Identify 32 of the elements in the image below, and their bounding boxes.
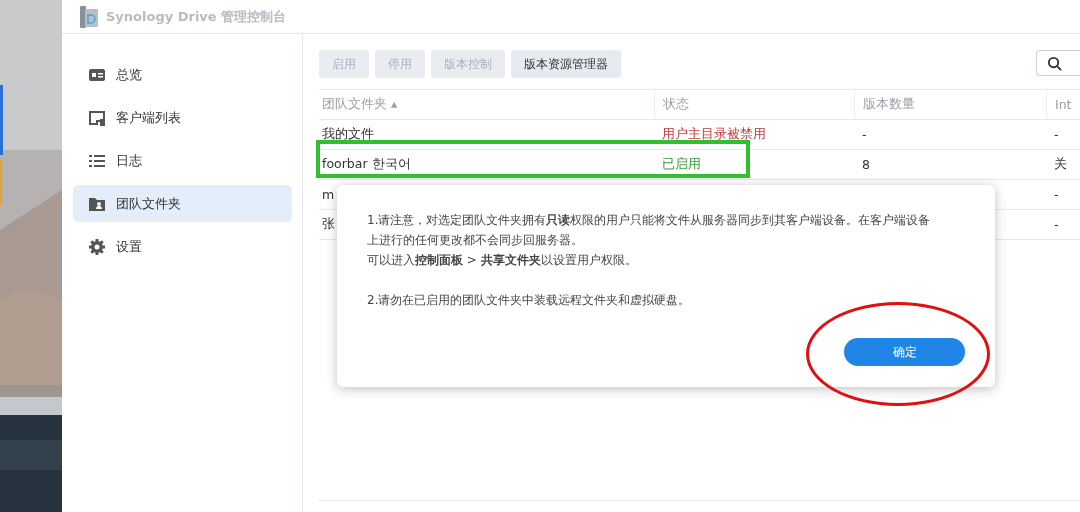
window-title: Synology Drive 管理控制台 (106, 7, 287, 26)
search-field[interactable] (1036, 50, 1080, 76)
toolbar-button[interactable]: 版本资源管理器 (511, 50, 621, 78)
table-cell: - (1054, 187, 1059, 202)
sidebar-item[interactable]: 客户端列表 (73, 99, 292, 136)
table-cell: m (322, 187, 335, 202)
sidebar-item[interactable]: 总览 (73, 56, 292, 93)
dialog-text: 1.请注意，对选定团队文件夹拥有只读权限的用户只能将文件从服务器同步到其客户端设备。在客户端设备上进行的任何更改都不会同步回服务器。 (367, 212, 932, 249)
dialog-text: 可以进入控制面板 > 共享文件夹以设置用户权限。 (367, 252, 638, 269)
column-header[interactable]: 团队文件夹 ▴ (319, 90, 654, 119)
settings-icon (88, 237, 106, 256)
column-header[interactable]: Int (1046, 90, 1080, 119)
table-cell: - (1054, 127, 1059, 142)
dialog-text: 2.请勿在已启用的团队文件夹中装载远程文件夹和虚拟硬盘。 (367, 292, 692, 309)
table-cell: 关 (1054, 156, 1067, 173)
search-icon (1047, 55, 1062, 71)
table-cell: 8 (862, 157, 870, 172)
confirm-button[interactable]: 确定 (844, 338, 965, 366)
table-cell: foorbar 한국어 (322, 156, 411, 173)
column-header[interactable]: 状态 (654, 90, 854, 119)
table-cell: 我的文件 (322, 126, 374, 143)
sidebar-item[interactable]: 团队文件夹 (73, 185, 292, 222)
app-logo-icon (80, 5, 98, 28)
table-cell: 张 (322, 216, 335, 233)
status-text: 已启用 (662, 156, 701, 173)
sidebar-item[interactable]: 设置 (73, 228, 292, 265)
table-cell: - (1054, 217, 1059, 232)
status-text: 用户主目录被禁用 (662, 126, 766, 143)
sidebar-item[interactable]: 日志 (73, 142, 292, 179)
table-cell: - (862, 127, 867, 142)
column-header[interactable]: 版本数量 (854, 90, 1046, 119)
monitor-icon (88, 108, 106, 127)
